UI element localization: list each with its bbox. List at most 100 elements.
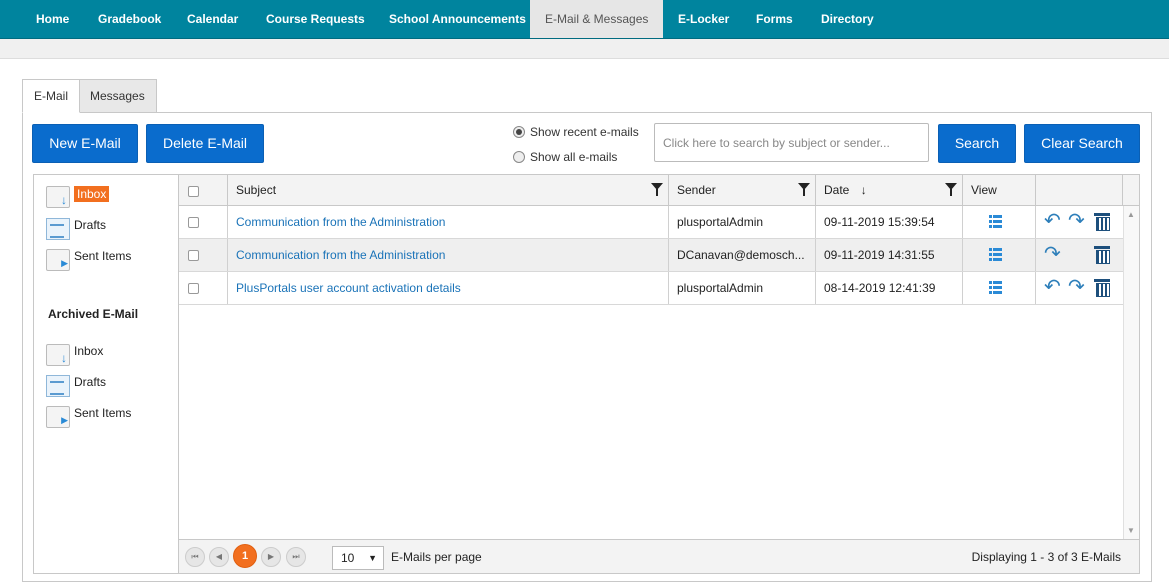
header-select-all[interactable] xyxy=(179,175,228,205)
inbox-icon xyxy=(46,344,70,366)
archived-folder-inbox[interactable]: Inbox xyxy=(46,344,103,368)
forward-icon[interactable]: ↷ xyxy=(1044,243,1061,265)
header-sender[interactable]: Sender xyxy=(669,175,816,205)
view-details-icon[interactable] xyxy=(989,248,1002,261)
scroll-down-icon[interactable]: ▼ xyxy=(1127,526,1135,535)
folder-label: Drafts xyxy=(74,375,107,389)
scroll-up-icon[interactable]: ▲ xyxy=(1127,210,1135,219)
email-date: 09-11-2019 14:31:55 xyxy=(816,239,963,271)
email-grid: Subject Sender Date ↓ View Communication… xyxy=(178,174,1140,574)
folder-label: Sent Items xyxy=(74,406,132,420)
drafts-icon xyxy=(46,375,70,397)
last-page-icon[interactable]: ⏭ xyxy=(286,547,306,567)
reply-icon[interactable]: ↶ xyxy=(1044,210,1061,232)
next-page-icon[interactable]: ▶ xyxy=(261,547,281,567)
folder-label: Drafts xyxy=(74,218,107,232)
email-date: 09-11-2019 15:39:54 xyxy=(816,206,963,238)
grid-header: Subject Sender Date ↓ View xyxy=(179,175,1139,206)
drafts-icon xyxy=(46,218,70,240)
folder-label: Inbox xyxy=(74,344,104,358)
email-subject-link[interactable]: Communication from the Administration xyxy=(228,239,669,271)
email-sender: DCanavan@demosch... xyxy=(669,239,816,271)
prev-page-icon[interactable]: ◀ xyxy=(209,547,229,567)
email-subject-link[interactable]: Communication from the Administration xyxy=(228,206,669,238)
header-subject[interactable]: Subject xyxy=(228,175,669,205)
email-sender: plusportalAdmin xyxy=(669,206,816,238)
header-date[interactable]: Date ↓ xyxy=(816,175,963,205)
archived-email-heading: Archived E-Mail xyxy=(48,307,139,321)
search-input[interactable] xyxy=(654,123,929,162)
nav-spacer xyxy=(0,39,1169,59)
nav-forms[interactable]: Forms xyxy=(741,0,808,38)
page-size-select[interactable]: 10 ▼ xyxy=(332,546,384,570)
row-checkbox[interactable] xyxy=(188,283,199,294)
nav-calendar[interactable]: Calendar xyxy=(172,0,253,38)
header-view-label: View xyxy=(971,183,997,197)
nav-gradebook[interactable]: Gradebook xyxy=(83,0,176,38)
view-details-icon[interactable] xyxy=(989,281,1002,294)
folder-drafts[interactable]: Drafts xyxy=(46,218,106,242)
show-recent-radio[interactable]: Show recent e-mails xyxy=(513,124,639,140)
delete-email-button[interactable]: Delete E-Mail xyxy=(146,124,264,163)
nav-course-requests[interactable]: Course Requests xyxy=(251,0,380,38)
archived-folder-sent-items[interactable]: Sent Items xyxy=(46,406,131,430)
actions-cell: ↶ ↷ xyxy=(1036,272,1123,304)
search-button[interactable]: Search xyxy=(938,124,1016,163)
view-cell xyxy=(963,272,1036,304)
folder-sent-items[interactable]: Sent Items xyxy=(46,249,131,273)
folder-label: Inbox xyxy=(74,186,110,202)
delete-icon[interactable] xyxy=(1094,279,1110,297)
delete-icon[interactable] xyxy=(1094,213,1110,231)
header-subject-label: Subject xyxy=(236,183,277,197)
view-details-icon[interactable] xyxy=(989,215,1002,228)
table-row[interactable]: PlusPortals user account activation deta… xyxy=(179,272,1123,305)
pager: ⏮ ◀ 1 ▶ ⏭ 10 ▼ E-Mails per page Displayi… xyxy=(179,539,1139,573)
show-all-radio[interactable]: Show all e-mails xyxy=(513,149,617,165)
nav-email-messages[interactable]: E-Mail & Messages xyxy=(530,0,664,38)
reply-icon[interactable]: ↶ xyxy=(1044,276,1061,298)
first-page-icon[interactable]: ⏮ xyxy=(185,547,205,567)
radio-selected-icon xyxy=(513,126,525,138)
sender-filter-icon[interactable] xyxy=(798,183,810,196)
select-all-checkbox[interactable] xyxy=(188,186,199,197)
new-email-button[interactable]: New E-Mail xyxy=(32,124,138,163)
forward-icon[interactable]: ↷ xyxy=(1068,276,1085,298)
date-filter-icon[interactable] xyxy=(945,183,957,196)
page-size-value: 10 xyxy=(341,551,355,565)
top-navigation: Home Gradebook Calendar Course Requests … xyxy=(0,0,1169,39)
row-checkbox[interactable] xyxy=(188,250,199,261)
archived-folder-drafts[interactable]: Drafts xyxy=(46,375,106,399)
show-recent-label: Show recent e-mails xyxy=(530,125,639,139)
subject-filter-icon[interactable] xyxy=(651,183,663,196)
delete-icon[interactable] xyxy=(1094,246,1110,264)
email-sender: plusportalAdmin xyxy=(669,272,816,304)
nav-home[interactable]: Home xyxy=(21,0,84,38)
tab-email[interactable]: E-Mail xyxy=(22,79,81,113)
actions-cell: ↶ ↷ xyxy=(1036,206,1123,238)
tab-messages[interactable]: Messages xyxy=(78,79,157,113)
current-page-button[interactable]: 1 xyxy=(233,544,257,568)
nav-school-announcements[interactable]: School Announcements xyxy=(374,0,541,38)
email-subject-link[interactable]: PlusPortals user account activation deta… xyxy=(228,272,669,304)
table-row[interactable]: Communication from the Administration pl… xyxy=(179,206,1123,239)
folder-inbox[interactable]: Inbox xyxy=(46,186,110,210)
nav-elocker[interactable]: E-Locker xyxy=(663,0,744,38)
row-select-cell xyxy=(179,206,228,238)
table-row[interactable]: Communication from the Administration DC… xyxy=(179,239,1123,272)
row-checkbox[interactable] xyxy=(188,217,199,228)
sent-items-icon xyxy=(46,249,70,271)
vertical-scrollbar[interactable]: ▲ ▼ xyxy=(1123,206,1139,539)
header-sender-label: Sender xyxy=(677,183,716,197)
show-all-label: Show all e-mails xyxy=(530,150,618,164)
chevron-down-icon: ▼ xyxy=(368,553,377,563)
nav-directory[interactable]: Directory xyxy=(806,0,889,38)
header-view: View xyxy=(963,175,1036,205)
email-date: 08-14-2019 12:41:39 xyxy=(816,272,963,304)
header-date-label: Date xyxy=(824,183,850,197)
forward-icon[interactable]: ↷ xyxy=(1068,210,1085,232)
folder-label: Sent Items xyxy=(74,249,132,263)
header-actions xyxy=(1036,175,1123,205)
clear-search-button[interactable]: Clear Search xyxy=(1024,124,1140,163)
per-page-label: E-Mails per page xyxy=(391,550,482,564)
view-cell xyxy=(963,206,1036,238)
